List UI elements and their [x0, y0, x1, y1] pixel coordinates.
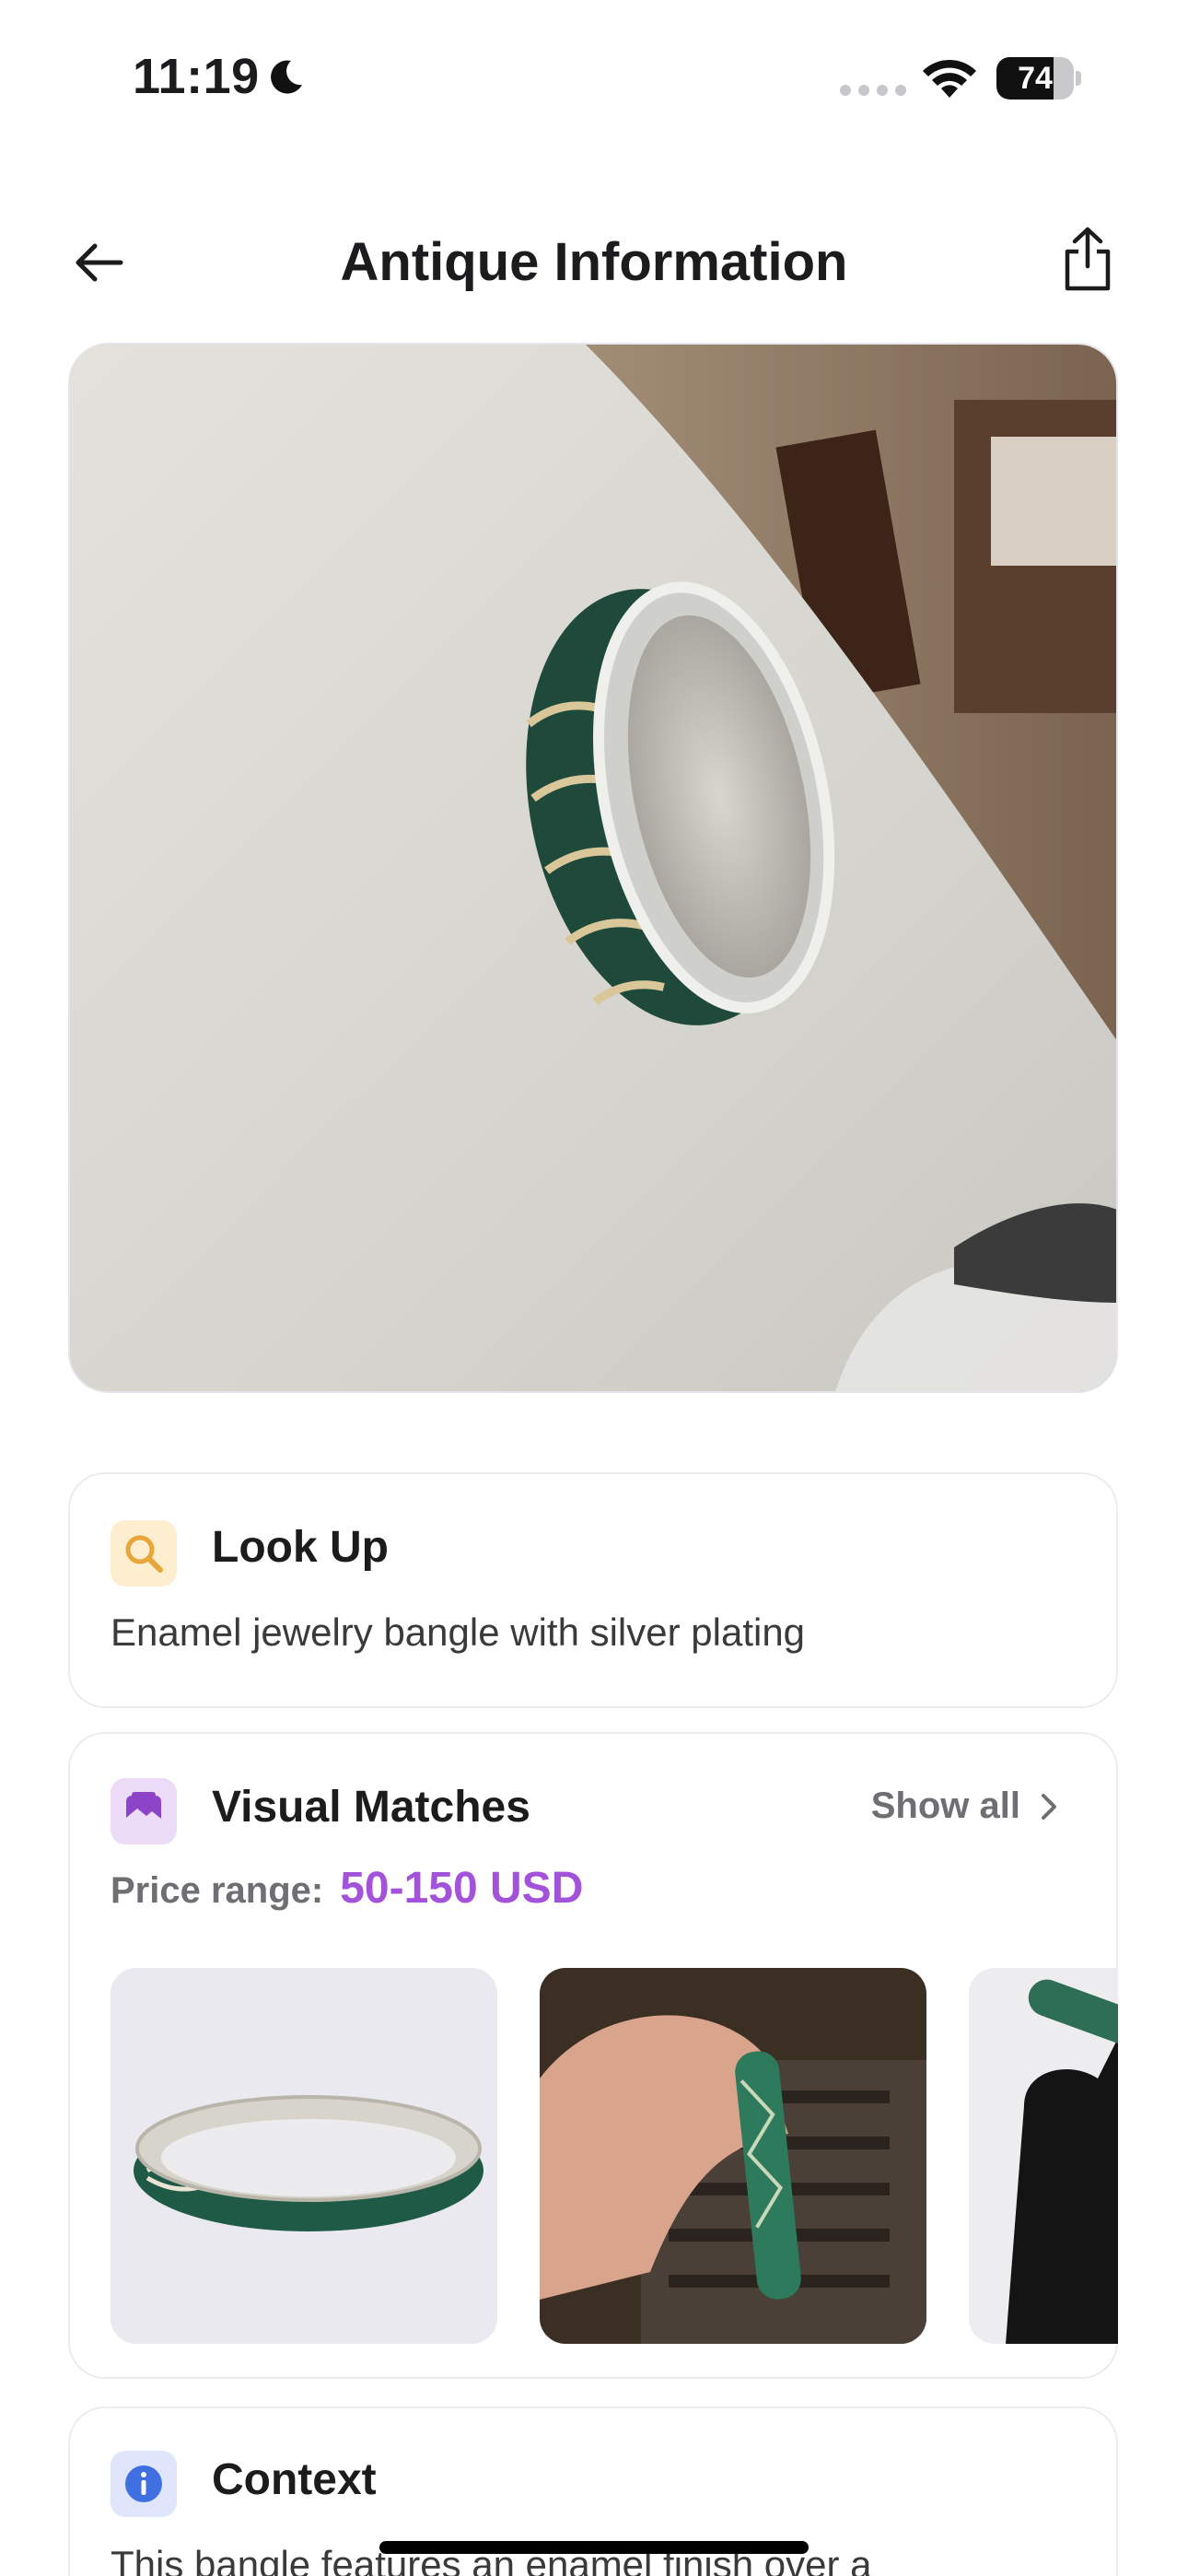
- image-gallery-icon: [111, 1778, 177, 1844]
- battery-percent: 74: [1018, 61, 1053, 96]
- navigation-bar: Antique Information: [0, 193, 1188, 313]
- context-title: Context: [212, 2455, 377, 2504]
- match-image-1: [111, 1968, 497, 2344]
- search-icon: [111, 1520, 177, 1587]
- share-button[interactable]: [1046, 217, 1129, 300]
- moon-icon: [271, 60, 302, 94]
- info-icon: [111, 2451, 177, 2517]
- look-up-text: Enamel jewelry bangle with silver platin…: [111, 1610, 806, 1654]
- chevron-right-icon: [1042, 1793, 1056, 1820]
- show-all-label: Show all: [870, 1786, 1020, 1826]
- visual-matches-carousel[interactable]: [111, 1968, 1118, 2344]
- home-indicator[interactable]: [379, 2541, 809, 2554]
- price-range: Price range: 50-150 USD: [111, 1863, 583, 1914]
- price-range-value: 50-150 USD: [340, 1864, 584, 1913]
- status-time: 11:19: [133, 49, 260, 104]
- bangle-photo-image: [70, 345, 1116, 1391]
- match-image-3: [969, 1968, 1118, 2344]
- page-title: Antique Information: [340, 232, 848, 292]
- antique-photo[interactable]: [68, 343, 1118, 1393]
- battery-indicator: 74: [996, 57, 1081, 101]
- visual-match-thumbnail[interactable]: [540, 1968, 926, 2344]
- look-up-card[interactable]: Look Up Enamel jewelry bangle with silve…: [68, 1472, 1118, 1708]
- show-all-button[interactable]: Show all: [871, 1786, 1057, 1827]
- status-bar: 11:19 74: [0, 0, 1188, 157]
- visual-match-thumbnail[interactable]: [111, 1968, 497, 2344]
- visual-match-thumbnail[interactable]: [969, 1968, 1118, 2344]
- antique-information-screen: 11:19 74 Antique Information Look Up Ena…: [0, 0, 1188, 2576]
- visual-matches-card: Visual Matches Show all Price range: 50-…: [68, 1732, 1118, 2379]
- wifi-icon: [923, 59, 976, 98]
- share-icon: [1065, 227, 1111, 291]
- match-image-2: [540, 1968, 926, 2344]
- cellular-signal-icon: [840, 85, 906, 96]
- price-range-label: Price range:: [111, 1870, 324, 1911]
- visual-matches-title: Visual Matches: [212, 1783, 530, 1832]
- look-up-title: Look Up: [212, 1523, 389, 1572]
